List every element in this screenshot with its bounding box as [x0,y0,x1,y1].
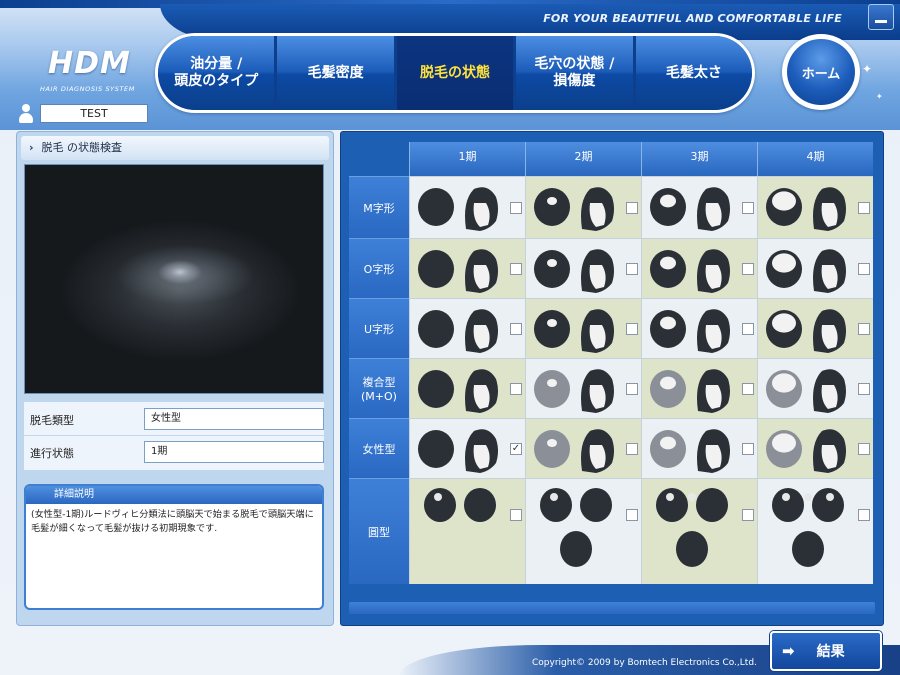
tagline: FOR YOUR BEAUTIFUL AND COMFORTABLE LIFE [543,12,842,25]
stage-checkbox[interactable] [510,383,522,395]
stage-checkbox[interactable] [742,509,754,521]
grid-cell-r1-c4[interactable] [757,176,873,238]
grid-cell-r3-c2[interactable] [525,298,641,358]
detail-title: 詳細説明 [26,486,322,504]
stage-checkbox[interactable] [626,509,638,521]
grid-cell-r4-c1[interactable] [409,358,525,418]
section-header: › 脱毛 の状態検査 [21,136,329,160]
stage-checkbox[interactable] [858,383,870,395]
minimize-button[interactable] [868,4,894,30]
nav-tab-3[interactable]: 脱毛の状態 [396,36,514,110]
stage-checkbox[interactable] [626,443,638,455]
divider [24,435,324,436]
sparkle-icon: ✦ [876,92,883,101]
grid-cell-r4-c4[interactable] [757,358,873,418]
grid-cell-r1-c3[interactable] [641,176,757,238]
type-label: 脱毛類型 [30,414,74,427]
grid-cell-r2-c1[interactable] [409,238,525,298]
result-label: 結果 [816,644,845,660]
type-row: 脱毛類型 女性型 [24,404,324,434]
row-label-6: 圓型 [349,478,409,584]
home-button[interactable]: ホーム [787,39,855,105]
grid-cell-r6-c1[interactable] [409,478,525,584]
row-label-2: O字形 [349,238,409,298]
grid-cell-r1-c1[interactable] [409,176,525,238]
stage-checkbox[interactable] [626,202,638,214]
grid-cell-r4-c2[interactable] [525,358,641,418]
column-header-1: 1期 [409,142,525,176]
section-title: 脱毛 の状態検査 [41,141,123,154]
grid-cell-r3-c4[interactable] [757,298,873,358]
user-icon [18,104,34,124]
logo-subtitle: HAIR DIAGNOSIS SYSTEM [40,85,135,93]
stage-checkbox[interactable] [742,383,754,395]
grid-cell-r2-c3[interactable] [641,238,757,298]
grid-cell-r5-c2[interactable] [525,418,641,478]
stage-checkbox[interactable] [742,263,754,275]
column-header-2: 2期 [525,142,641,176]
stage-checkbox[interactable] [510,263,522,275]
grid-cell-r5-c1[interactable]: ✓ [409,418,525,478]
grid-cell-r6-c2[interactable] [525,478,641,584]
grid-cell-r2-c2[interactable] [525,238,641,298]
stage-checkbox[interactable]: ✓ [510,443,522,455]
stage-checkbox[interactable] [742,323,754,335]
chevron-right-icon: › [29,141,34,154]
diagnosis-info: 脱毛類型 女性型 進行状態 1期 [24,402,324,470]
nav-tab-2[interactable]: 毛髪密度 [277,36,394,110]
hair-loss-grid: 1期 2期 3期 4期 M字形 O字形 U字形 複合型(M+O) 女性型 ✓ 圓型 [340,131,884,626]
arrow-right-icon: ➡ [782,642,795,660]
stage-label: 進行状態 [30,447,74,460]
stage-checkbox[interactable] [626,323,638,335]
stage-checkbox[interactable] [858,509,870,521]
row-label-3: U字形 [349,298,409,358]
row-label-5: 女性型 [349,418,409,478]
grid-cell-r6-c4[interactable] [757,478,873,584]
stage-checkbox[interactable] [626,263,638,275]
sparkle-icon: ✦ [862,62,873,76]
stage-checkbox[interactable] [858,263,870,275]
user-name-field: TEST [40,104,148,123]
grid-cell-r5-c4[interactable] [757,418,873,478]
nav-tab-4[interactable]: 毛穴の状態 / 損傷度 [516,36,633,110]
grid-cell-r2-c4[interactable] [757,238,873,298]
grid-cell-r3-c3[interactable] [641,298,757,358]
column-header-3: 3期 [641,142,757,176]
stage-row: 進行状態 1期 [24,437,324,467]
grid-cell-r3-c1[interactable] [409,298,525,358]
stage-checkbox[interactable] [742,443,754,455]
logo: HDM [48,46,131,81]
stage-checkbox[interactable] [510,509,522,521]
grid-cell-r1-c2[interactable] [525,176,641,238]
stage-checkbox[interactable] [742,202,754,214]
row-label-4: 複合型(M+O) [349,358,409,418]
nav-tab-5[interactable]: 毛髪太さ [635,36,752,110]
detail-text: (女性型-1期)ルードヴィヒ分類法に頭脳天で始まる脱毛で頭脳天端に毛髪が細くなっ… [31,509,314,534]
scalp-photo [24,164,324,394]
grid-cell-r4-c3[interactable] [641,358,757,418]
main-nav: 油分量 / 頭皮のタイプ 毛髪密度 脱毛の状態 毛穴の状態 / 損傷度 毛髪太さ [158,36,752,110]
grid-cell-r5-c3[interactable] [641,418,757,478]
row-label-1: M字形 [349,176,409,238]
column-header-4: 4期 [757,142,873,176]
grid-cell-r6-c3[interactable] [641,478,757,584]
detail-box: 詳細説明 (女性型-1期)ルードヴィヒ分類法に頭脳天で始まる脱毛で頭脳天端に毛髪… [24,484,324,610]
result-button[interactable]: ➡ 結果 [770,631,882,671]
stage-checkbox[interactable] [858,202,870,214]
stage-checkbox[interactable] [510,323,522,335]
stage-checkbox[interactable] [858,443,870,455]
stage-checkbox[interactable] [626,383,638,395]
stage-checkbox[interactable] [858,323,870,335]
grid-footer-bar [349,602,875,614]
nav-tab-1[interactable]: 油分量 / 頭皮のタイプ [158,36,275,110]
stage-value: 1期 [144,441,324,463]
type-value: 女性型 [144,408,324,430]
copyright: Copyright© 2009 by Bomtech Electronics C… [532,658,757,668]
stage-checkbox[interactable] [510,202,522,214]
